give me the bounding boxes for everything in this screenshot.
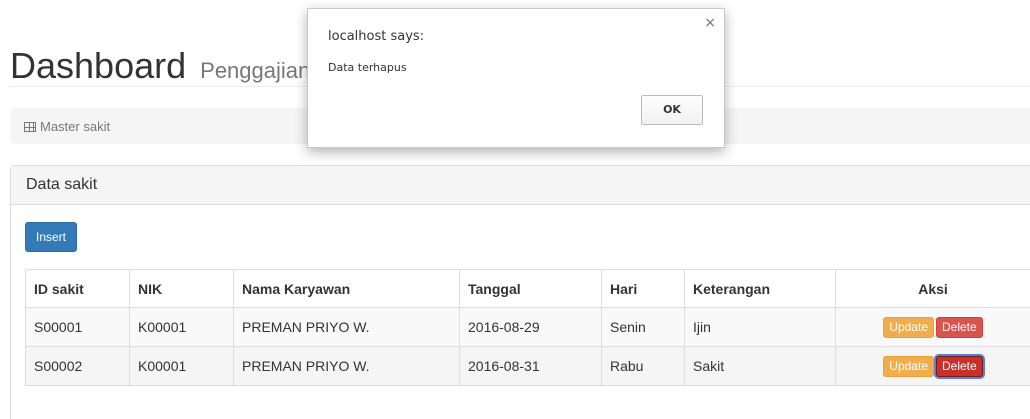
update-button[interactable]: Update — [883, 355, 934, 377]
table-row: S00002 K00001 PREMAN PRIYO W. 2016-08-31… — [25, 346, 1030, 386]
alert-dialog: localhost says: × Data terhapus OK — [307, 8, 725, 148]
column-header: NIK — [129, 269, 234, 308]
dialog-title: localhost says: — [328, 29, 425, 44]
table-icon — [24, 121, 36, 132]
cell-id: S00002 — [25, 346, 130, 386]
cell-nama: PREMAN PRIYO W. — [233, 346, 460, 386]
update-button[interactable]: Update — [883, 316, 934, 338]
page-title-text: Dashboard — [10, 45, 187, 86]
insert-button[interactable]: Insert — [25, 222, 78, 252]
panel-heading: Data sakit — [11, 166, 1030, 205]
cell-tanggal: 2016-08-29 — [459, 307, 602, 347]
cell-hari: Senin — [601, 307, 685, 347]
column-header: Hari — [601, 269, 685, 308]
cell-tanggal: 2016-08-31 — [459, 346, 602, 386]
column-header: Aksi — [835, 269, 1030, 308]
delete-button[interactable]: Delete — [936, 316, 983, 338]
column-header: Tanggal — [459, 269, 602, 308]
data-table: ID sakit NIK Nama Karyawan Tanggal Hari … — [25, 269, 1030, 386]
cell-keterangan: Sakit — [684, 346, 836, 386]
dialog-message: Data terhapus — [328, 61, 407, 74]
page-title: Dashboard Penggajian — [10, 48, 310, 89]
data-panel: Data sakit Insert ID sakit NIK Nama Kary… — [10, 165, 1030, 419]
cell-id: S00001 — [25, 307, 130, 347]
ok-button[interactable]: OK — [641, 95, 703, 125]
table-row: S00001 K00001 PREMAN PRIYO W. 2016-08-29… — [25, 307, 1030, 347]
delete-button[interactable]: Delete — [936, 355, 983, 377]
column-header: ID sakit — [25, 269, 130, 308]
cell-aksi: Update Delete — [835, 346, 1030, 386]
column-header: Nama Karyawan — [233, 269, 460, 308]
cell-nik: K00001 — [129, 346, 234, 386]
cell-aksi: Update Delete — [835, 307, 1030, 347]
table-header-row: ID sakit NIK Nama Karyawan Tanggal Hari … — [25, 269, 1030, 308]
cell-nik: K00001 — [129, 307, 234, 347]
close-icon[interactable]: × — [704, 15, 716, 31]
cell-hari: Rabu — [601, 346, 685, 386]
cell-keterangan: Ijin — [684, 307, 836, 347]
breadcrumb-label: Master sakit — [40, 119, 111, 134]
cell-nama: PREMAN PRIYO W. — [233, 307, 460, 347]
page-subtitle: Penggajian — [200, 58, 311, 83]
breadcrumb-item: Master sakit — [24, 119, 110, 134]
column-header: Keterangan — [684, 269, 836, 308]
